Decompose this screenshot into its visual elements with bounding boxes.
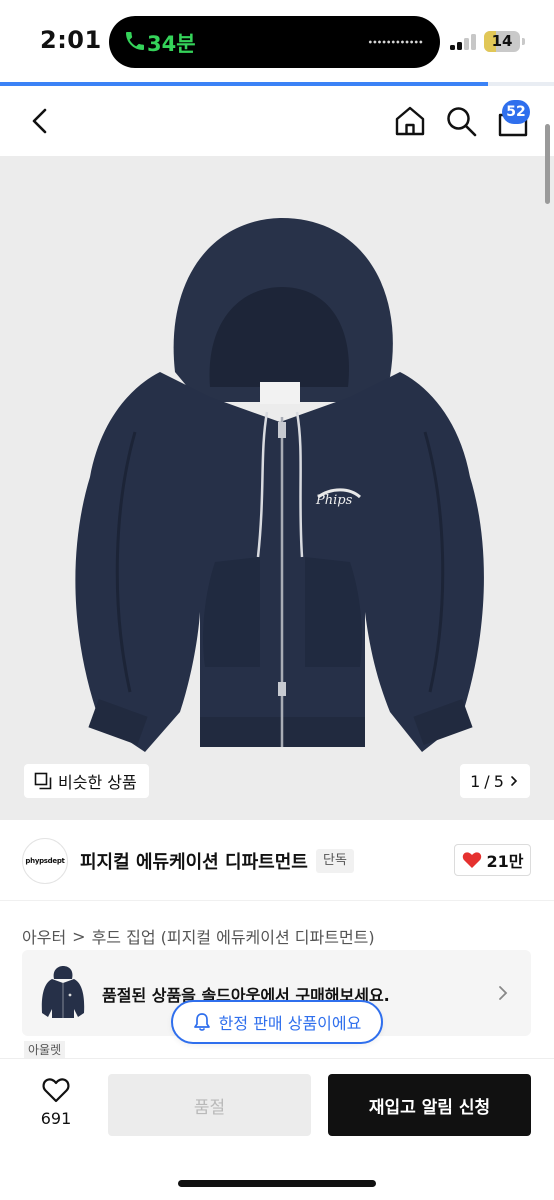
top-nav [0, 86, 554, 156]
battery-tip [522, 38, 525, 45]
breadcrumb-child[interactable]: 후드 집업 (피지컬 에듀케이션 디파트먼트) [92, 924, 375, 948]
cart-count-badge: 52 [502, 100, 530, 124]
similar-products-button[interactable]: 비슷한 상품 [24, 764, 149, 798]
wishlist-button[interactable]: 691 [30, 1075, 82, 1135]
brand-like-count: 21만 [486, 852, 524, 871]
scrollbar-thumb[interactable] [545, 124, 550, 204]
limited-sale-text: 한정 판매 상품이에요 [218, 1014, 362, 1033]
waveform-icon [368, 40, 424, 44]
bottom-action-bar: 691 품절 재입고 알림 신청 [0, 1058, 554, 1200]
copy-icon [34, 772, 52, 790]
brand-logo-text: phypsdept [25, 857, 65, 865]
bell-icon [193, 1013, 210, 1031]
breadcrumb-parent[interactable]: 아우터 [22, 924, 66, 948]
chevron-right-icon [499, 986, 508, 1000]
dynamic-island[interactable]: 34분 [109, 16, 440, 68]
pager-total: 5 [493, 771, 504, 791]
brand-like-button[interactable]: 21만 [454, 844, 531, 876]
chevron-right-icon [511, 776, 518, 786]
brand-logo[interactable]: phypsdept [22, 838, 68, 884]
exclusive-badge: 단독 [316, 849, 354, 873]
outlet-tag: 아울렛 [24, 1041, 66, 1059]
svg-text:Phips: Phips [315, 493, 353, 508]
similar-products-label: 비슷한 상품 [58, 773, 137, 792]
back-arrow-icon[interactable] [26, 106, 54, 136]
divider [0, 900, 554, 901]
soldout-button: 품절 [108, 1074, 311, 1136]
status-time: 2:01 [40, 26, 102, 54]
breadcrumb-separator: > [72, 926, 86, 946]
brand-name[interactable]: 피지컬 에듀케이션 디파트먼트 [80, 848, 308, 874]
battery-level: 14 [491, 32, 513, 50]
limited-sale-pill[interactable]: 한정 판매 상품이에요 [171, 1000, 383, 1044]
status-bar: 2:01 34분 14 [0, 0, 554, 82]
battery-icon: 14 [484, 31, 520, 52]
product-image-carousel[interactable]: Phips 비슷한 상품 1 / 5 [0, 156, 554, 820]
restock-alert-button[interactable]: 재입고 알림 신청 [328, 1074, 531, 1136]
heart-icon [462, 852, 481, 868]
breadcrumb: 아우터 > 후드 집업 (피지컬 에듀케이션 디파트먼트) [22, 924, 375, 948]
product-thumbnail [41, 966, 85, 1018]
search-icon[interactable] [444, 104, 478, 138]
pager-separator: / [484, 771, 490, 791]
product-photo: Phips [75, 217, 484, 752]
home-indicator[interactable] [178, 1180, 376, 1187]
signal-icon [450, 34, 478, 50]
call-duration: 34분 [147, 32, 196, 56]
image-pager[interactable]: 1 / 5 [460, 764, 530, 798]
home-icon[interactable] [393, 104, 427, 138]
heart-outline-icon [42, 1078, 70, 1103]
pager-current: 1 [470, 771, 481, 791]
wishlist-count: 691 [40, 1109, 72, 1128]
phone-icon [126, 32, 144, 50]
